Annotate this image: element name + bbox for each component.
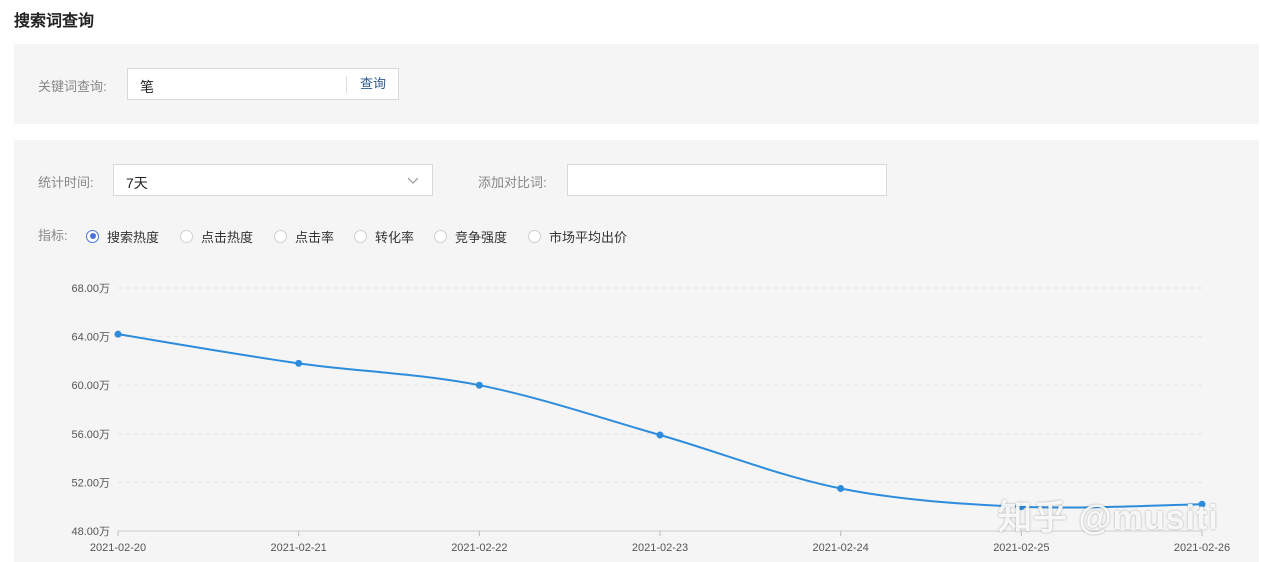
x-tick-label: 2021-02-21 bbox=[271, 542, 327, 554]
series-line bbox=[117, 333, 1203, 509]
x-tick-label: 2021-02-22 bbox=[451, 542, 507, 554]
x-tick-label: 2021-02-23 bbox=[632, 542, 688, 554]
watermark: 知乎 @musiti bbox=[998, 499, 1219, 537]
data-point bbox=[295, 359, 303, 367]
x-tick-label: 2021-02-24 bbox=[813, 542, 869, 554]
y-tick-label: 48.00万 bbox=[71, 526, 110, 538]
y-tick-label: 60.00万 bbox=[71, 380, 110, 392]
search-heat-line-chart: 48.00万 52.00万 56.00万 60.00万 64.00万 68.00万 2021… bbox=[71, 283, 1230, 554]
data-point bbox=[656, 431, 664, 439]
x-tick-label: 2021-02-26 bbox=[1174, 542, 1230, 554]
data-point bbox=[475, 381, 483, 389]
y-tick-label: 52.00万 bbox=[71, 477, 110, 489]
data-point bbox=[114, 330, 122, 338]
data-point bbox=[837, 484, 845, 492]
x-tick-label: 2021-02-20 bbox=[90, 542, 146, 554]
y-tick-label: 56.00万 bbox=[71, 429, 110, 441]
y-tick-label: 64.00万 bbox=[71, 332, 110, 344]
y-tick-label: 68.00万 bbox=[71, 283, 110, 295]
x-tick-label: 2021-02-25 bbox=[993, 542, 1049, 554]
